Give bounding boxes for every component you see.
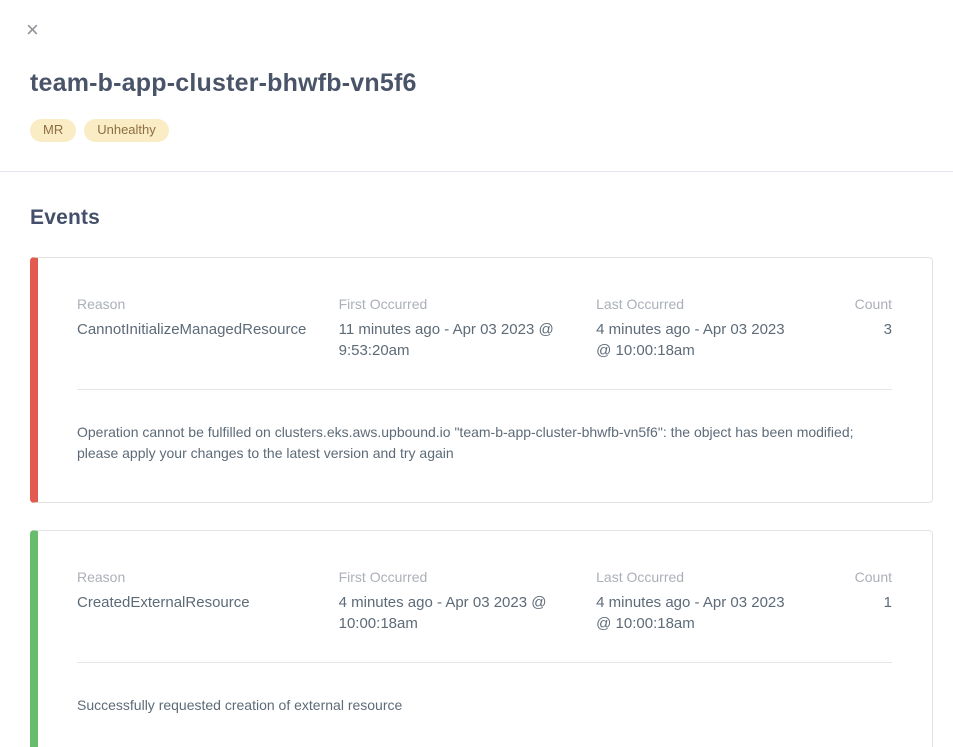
last-occurred-value: 4 minutes ago - Apr 03 2023 @ 10:00:18am [596, 592, 802, 634]
first-occurred-label: First Occurred [339, 569, 583, 585]
events-section: Events Reason CannotInitializeManagedRes… [0, 206, 953, 747]
card-divider [77, 389, 892, 390]
reason-label: Reason [77, 296, 325, 312]
card-divider [77, 662, 892, 663]
first-occurred-label: First Occurred [339, 296, 583, 312]
reason-value: CannotInitializeManagedResource [77, 319, 325, 340]
page-title: team-b-app-cluster-bhwfb-vn5f6 [30, 69, 923, 98]
event-message: Operation cannot be fulfilled on cluster… [77, 422, 892, 464]
first-occurred-value: 11 minutes ago - Apr 03 2023 @ 9:53:20am [339, 319, 583, 361]
kind-badge: MR [30, 119, 76, 142]
status-badge: Unhealthy [84, 119, 169, 142]
last-occurred-label: Last Occurred [596, 296, 802, 312]
count-label: Count [816, 569, 892, 585]
reason-column: Reason CannotInitializeManagedResource [77, 296, 339, 340]
events-heading: Events [30, 206, 933, 230]
first-occurred-column: First Occurred 4 minutes ago - Apr 03 20… [339, 569, 597, 634]
event-message: Successfully requested creation of exter… [77, 695, 892, 716]
count-label: Count [816, 296, 892, 312]
event-card-success: Reason CreatedExternalResource First Occ… [30, 530, 933, 747]
resource-detail-panel: × team-b-app-cluster-bhwfb-vn5f6 MR Unhe… [0, 0, 953, 747]
reason-column: Reason CreatedExternalResource [77, 569, 339, 613]
panel-header: × team-b-app-cluster-bhwfb-vn5f6 MR Unhe… [0, 0, 953, 142]
header-divider [0, 171, 953, 172]
last-occurred-value: 4 minutes ago - Apr 03 2023 @ 10:00:18am [596, 319, 802, 361]
count-value: 1 [816, 592, 892, 613]
count-value: 3 [816, 319, 892, 340]
last-occurred-label: Last Occurred [596, 569, 802, 585]
count-column: Count 3 [816, 296, 892, 340]
first-occurred-value: 4 minutes ago - Apr 03 2023 @ 10:00:18am [339, 592, 583, 634]
reason-label: Reason [77, 569, 325, 585]
last-occurred-column: Last Occurred 4 minutes ago - Apr 03 202… [596, 296, 816, 361]
badge-row: MR Unhealthy [30, 119, 923, 142]
count-column: Count 1 [816, 569, 892, 613]
first-occurred-column: First Occurred 11 minutes ago - Apr 03 2… [339, 296, 597, 361]
close-icon[interactable]: × [26, 20, 48, 42]
event-summary-row: Reason CreatedExternalResource First Occ… [77, 569, 892, 634]
last-occurred-column: Last Occurred 4 minutes ago - Apr 03 202… [596, 569, 816, 634]
event-card-error: Reason CannotInitializeManagedResource F… [30, 257, 933, 503]
event-summary-row: Reason CannotInitializeManagedResource F… [77, 296, 892, 361]
reason-value: CreatedExternalResource [77, 592, 325, 613]
